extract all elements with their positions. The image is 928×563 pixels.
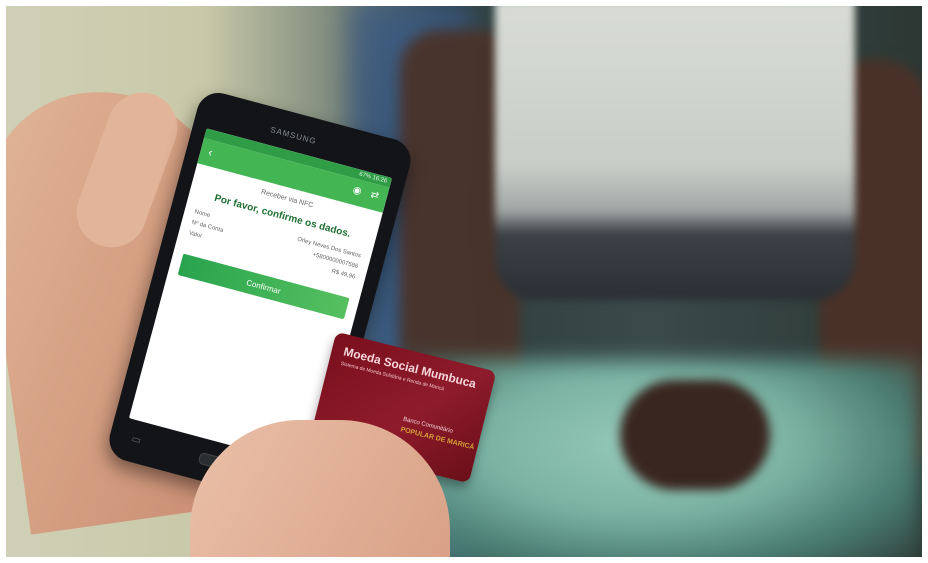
- detail-label: Valor: [188, 230, 203, 240]
- eye-icon[interactable]: ◉: [352, 184, 363, 197]
- recent-apps-icon[interactable]: ▭: [130, 434, 142, 448]
- photo-scene: SAMSUNG 67% 16:26 ‹ ◉ ⇄ Receber via NFC …: [0, 0, 928, 563]
- vendor-tank-top: [495, 0, 855, 300]
- phone-brand: SAMSUNG: [269, 125, 318, 147]
- detail-value: R$ 49,96: [330, 268, 356, 281]
- vendor-hand: [620, 380, 770, 490]
- detail-label: Nome: [193, 209, 211, 220]
- back-arrow-icon[interactable]: ‹: [207, 145, 214, 160]
- nfc-icon[interactable]: ⇄: [369, 189, 380, 202]
